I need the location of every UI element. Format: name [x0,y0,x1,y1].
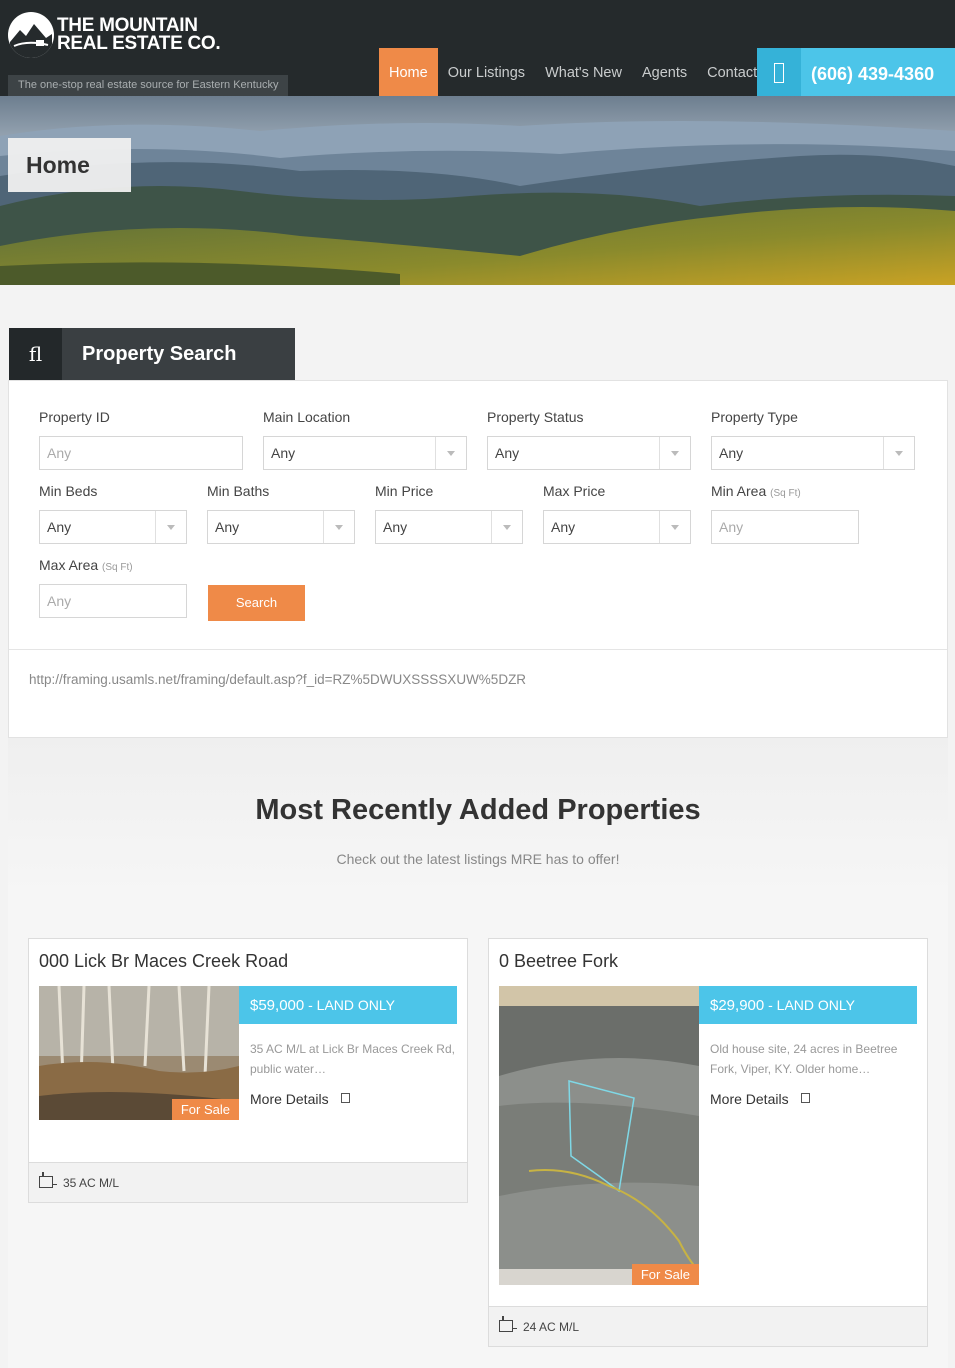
min-beds-select[interactable]: Any [39,510,187,544]
price-bar: $29,900 - LAND ONLY [699,986,917,1024]
max-area-label: Max Area (Sq Ft) [39,557,133,573]
listing-area: 24 AC M/L [523,1320,580,1334]
listing-price: $59,000 [250,997,305,1014]
phone-box[interactable]: (606) 439-4360 [757,48,955,96]
divider [9,649,947,650]
property-type-select[interactable]: Any [711,436,915,470]
min-price-label: Min Price [375,483,434,499]
property-status-label: Property Status [487,409,584,425]
min-price-select[interactable]: Any [375,510,523,544]
listing-card: 0 Beetree Fork For Sale $29,900 - LAND O… [488,938,928,1347]
more-details-label: More Details [710,1091,789,1107]
site-tagline: The one-stop real estate source for East… [8,75,288,96]
listing-photo[interactable]: For Sale [499,986,699,1285]
more-details-link[interactable]: More Details [250,1091,350,1107]
logo-wordmark: THE MOUNTAIN REAL ESTATE CO. [57,16,221,54]
listing-photo[interactable]: For Sale [39,986,239,1120]
page-title: Home [8,138,131,192]
property-search-tab: fl Property Search [9,328,295,381]
site-logo[interactable]: THE MOUNTAIN REAL ESTATE CO. [8,12,221,58]
nav-item-our-listings[interactable]: Our Listings [438,48,535,96]
recent-properties-subtitle: Check out the latest listings MRE has to… [336,851,620,867]
listing-footer: 35 AC M/L [29,1162,467,1202]
search-button[interactable]: Search [208,585,305,621]
listing-type: - LAND ONLY [764,997,855,1013]
chevron-down-icon [491,511,522,543]
min-area-label-text: Min Area [711,483,767,499]
listing-footer: 24 AC M/L [489,1306,927,1346]
listing-price: $29,900 [710,997,765,1014]
property-type-value: Any [719,445,744,461]
property-search-form: Property ID Any Main Location Any Proper… [8,380,948,738]
min-baths-select[interactable]: Any [207,510,355,544]
property-status-value: Any [495,445,520,461]
chevron-down-icon [659,437,690,469]
min-baths-value: Any [215,519,240,535]
main-location-value: Any [271,445,296,461]
min-area-label: Min Area (Sq Ft) [711,483,801,499]
main-nav: Home Our Listings What's New Agents Cont… [379,48,767,96]
nav-item-whats-new[interactable]: What's New [535,48,632,96]
listing-description: 35 AC M/L at Lick Br Maces Creek Rd, pub… [250,1042,455,1076]
hero-banner: Home [0,96,955,285]
mountain-landscape-image [0,96,955,285]
main-location-label: Main Location [263,409,351,425]
property-id-label: Property ID [39,409,110,425]
min-price-value: Any [383,519,408,535]
min-area-unit: (Sq Ft) [770,488,801,499]
price-bar: $59,000 - LAND ONLY [239,986,457,1024]
max-area-unit: (Sq Ft) [102,562,133,573]
site-header: THE MOUNTAIN REAL ESTATE CO. The one-sto… [0,0,955,96]
mountain-logo-icon [8,12,54,58]
main-location-select[interactable]: Any [263,436,467,470]
more-details-link[interactable]: More Details [710,1091,810,1107]
property-search-title: Property Search [82,343,237,365]
area-icon [39,1172,57,1188]
recent-properties-section: Most Recently Added Properties Check out… [8,738,948,1368]
recent-properties-title: Most Recently Added Properties [255,794,701,826]
more-details-label: More Details [250,1091,329,1107]
min-baths-label: Min Baths [207,483,270,499]
chevron-down-icon [435,437,466,469]
search-tab-icon: fl [9,328,62,381]
max-price-select[interactable]: Any [543,510,691,544]
property-id-input[interactable]: Any [39,436,243,470]
max-price-value: Any [551,519,576,535]
listing-title[interactable]: 000 Lick Br Maces Creek Road [39,951,288,972]
listing-type: - LAND ONLY [304,997,395,1013]
min-beds-value: Any [47,519,72,535]
area-icon [499,1316,517,1332]
nav-item-agents[interactable]: Agents [632,48,697,96]
listing-description: Old house site, 24 acres in Beetree Fork… [710,1042,898,1076]
listing-area: 35 AC M/L [63,1176,120,1190]
logo-line-2: REAL ESTATE CO. [57,33,221,54]
property-type-label: Property Type [711,409,798,425]
framing-url-text: http://framing.usamls.net/framing/defaul… [29,672,527,687]
chevron-down-icon [659,511,690,543]
max-area-input[interactable]: Any [39,584,187,618]
details-icon [800,1093,810,1103]
phone-number[interactable]: (606) 439-4360 [811,48,934,100]
min-beds-label: Min Beds [39,483,98,499]
status-badge: For Sale [631,1264,699,1285]
property-status-select[interactable]: Any [487,436,691,470]
max-area-label-text: Max Area [39,557,99,573]
status-badge: For Sale [171,1099,239,1120]
phone-icon [757,48,801,96]
min-area-input[interactable]: Any [711,510,859,544]
max-price-label: Max Price [543,483,606,499]
listing-card: 000 Lick Br Maces Creek Road For Sale $5… [28,938,468,1203]
chevron-down-icon [323,511,354,543]
chevron-down-icon [883,437,914,469]
chevron-down-icon [155,511,186,543]
nav-item-home[interactable]: Home [379,48,438,96]
details-icon [340,1093,350,1103]
listing-title[interactable]: 0 Beetree Fork [499,951,618,972]
